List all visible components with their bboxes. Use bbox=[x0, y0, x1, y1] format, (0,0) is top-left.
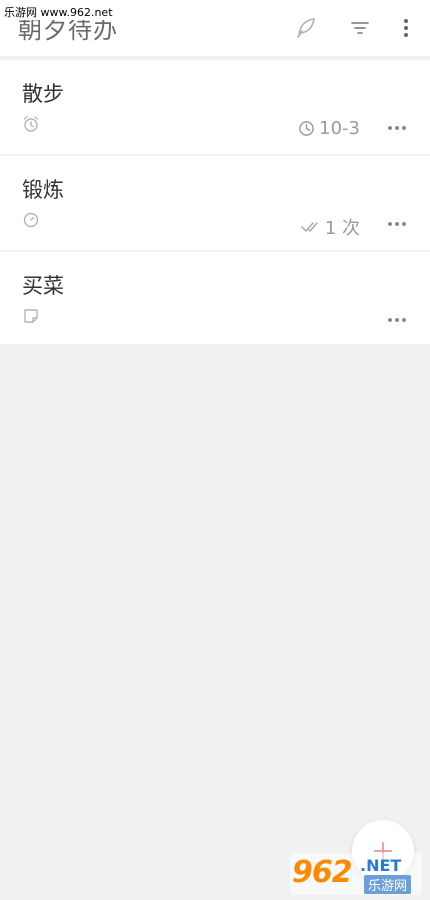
clock-icon bbox=[299, 121, 314, 136]
timer-icon bbox=[23, 212, 39, 228]
filter-icon bbox=[351, 22, 369, 34]
task-more-button[interactable] bbox=[386, 312, 408, 328]
task-date: 10-3 bbox=[319, 118, 360, 139]
watermark-top-text: 乐游网 www.962.net bbox=[2, 4, 115, 20]
task-meta: 1 次 bbox=[301, 214, 360, 240]
watermark-suffix: .NET bbox=[360, 856, 402, 875]
more-horizontal-icon bbox=[388, 318, 406, 322]
task-card-groceries[interactable]: 买菜 bbox=[0, 252, 430, 344]
task-title: 买菜 bbox=[22, 274, 64, 298]
more-vertical-icon bbox=[404, 19, 408, 37]
task-more-button[interactable] bbox=[386, 120, 408, 136]
task-meta: 10-3 bbox=[298, 118, 360, 139]
watermark-cn: 乐游网 bbox=[364, 875, 412, 894]
task-card-walk[interactable]: 散步 10-3 bbox=[0, 60, 430, 154]
alarm-clock-icon bbox=[23, 116, 39, 132]
more-menu-button[interactable] bbox=[390, 12, 422, 44]
watermark-logo: 962 .NET 乐游网 bbox=[290, 853, 422, 895]
task-more-button[interactable] bbox=[386, 216, 408, 232]
feather-icon bbox=[297, 18, 315, 38]
task-count: 1 次 bbox=[324, 218, 360, 239]
feather-button[interactable] bbox=[290, 12, 322, 44]
task-card-exercise[interactable]: 锻炼 1 次 bbox=[0, 156, 430, 250]
filter-button[interactable] bbox=[344, 12, 376, 44]
watermark-number: 962 bbox=[292, 855, 353, 890]
double-check-icon bbox=[301, 222, 318, 232]
more-horizontal-icon bbox=[388, 126, 406, 130]
task-title: 散步 bbox=[22, 82, 64, 106]
more-horizontal-icon bbox=[388, 222, 406, 226]
note-icon bbox=[24, 309, 38, 323]
task-title: 锻炼 bbox=[22, 178, 64, 202]
